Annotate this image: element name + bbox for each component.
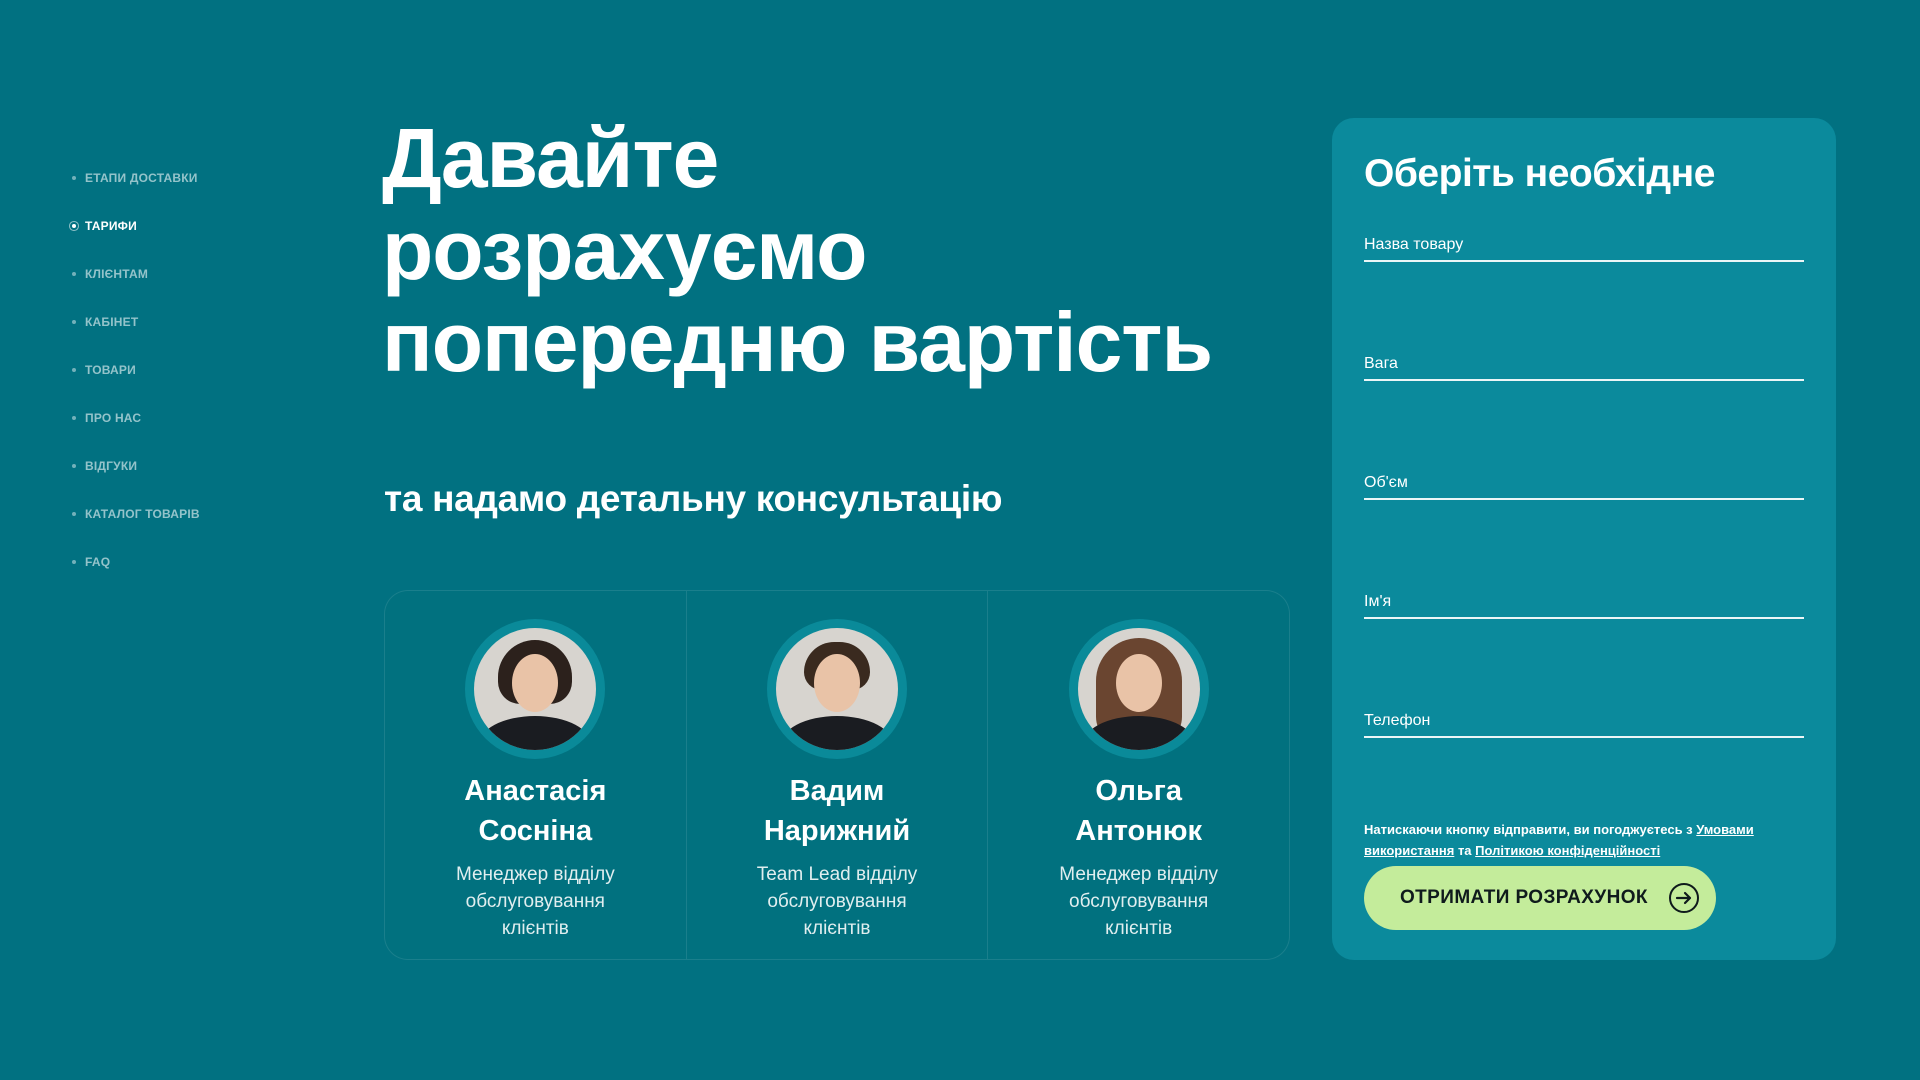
weight-field (1364, 349, 1804, 381)
bullet-icon (72, 512, 76, 516)
nav-item-tariffs[interactable]: ТАРИФИ (70, 202, 310, 250)
manager-role-line: Менеджер відділу (1059, 864, 1219, 885)
manager-name: Ольга Антонюк (1075, 771, 1202, 851)
bullet-icon (72, 272, 76, 276)
volume-field (1364, 468, 1804, 500)
submit-button-label: ОТРИМАТИ РОЗРАХУНОК (1400, 887, 1648, 908)
page-title-line: попередню вартість (382, 295, 1213, 389)
consent-prefix: Натискаючи кнопку відправити, ви погоджу… (1364, 822, 1693, 837)
nav-item-label: КАБІНЕТ (85, 315, 139, 329)
page-title-line: Давайте (382, 111, 719, 205)
manager-name: Вадим Нарижний (764, 771, 910, 851)
consent-text: Натискаючи кнопку відправити, ви погоджу… (1364, 819, 1804, 861)
nav-item-goods[interactable]: ТОВАРИ (70, 346, 310, 394)
arrow-right-circle-icon (1668, 882, 1700, 914)
volume-input[interactable] (1364, 468, 1804, 498)
nav-item-label: ТАРИФИ (85, 219, 137, 233)
bullet-icon (72, 176, 76, 180)
managers-card: Анастасія Сосніна Менеджер відділу обслу… (384, 590, 1290, 960)
bullet-icon (72, 416, 76, 420)
nav-item-about[interactable]: ПРО НАС (70, 394, 310, 442)
manager-role: Менеджер відділу обслуговування клієнтів (456, 861, 615, 942)
manager-role-line: обслуговування (465, 891, 605, 912)
manager-role-line: клієнтів (1105, 918, 1173, 939)
manager-card: Анастасія Сосніна Менеджер відділу обслу… (385, 591, 686, 959)
manager-photo (474, 628, 597, 750)
manager-name-line: Сосніна (478, 815, 593, 847)
manager-photo (1077, 628, 1200, 750)
nav-item-reviews[interactable]: ВІДГУКИ (70, 442, 310, 490)
page-title: Давайте розрахуємо попередню вартість (382, 112, 1282, 388)
avatar-ring (1068, 619, 1209, 759)
get-calculation-button[interactable]: ОТРИМАТИ РОЗРАХУНОК (1364, 866, 1716, 930)
avatar-ring (767, 619, 907, 759)
phone-field (1364, 706, 1804, 738)
nav-item-label: FAQ (85, 555, 111, 569)
manager-role: Team Lead відділу обслуговування клієнті… (757, 861, 918, 942)
manager-role-line: Team Lead відділу (756, 864, 918, 885)
product-name-field (1364, 230, 1804, 262)
product-name-input[interactable] (1364, 230, 1804, 260)
manager-role-line: обслуговування (767, 891, 907, 912)
manager-role-line: обслуговування (1069, 891, 1209, 912)
nav-item-label: КЛІЄНТАМ (85, 267, 149, 281)
nav-item-cabinet[interactable]: КАБІНЕТ (70, 298, 310, 346)
manager-role-line: клієнтів (501, 918, 569, 939)
page-subtitle: та надамо детальну консультацію (384, 478, 1003, 519)
active-bullet-icon (72, 224, 76, 228)
nav-item-clients[interactable]: КЛІЄНТАМ (70, 250, 310, 298)
manager-name-line: Антонюк (1075, 815, 1203, 847)
privacy-link[interactable]: Політикою конфіденційності (1475, 843, 1660, 858)
manager-card: Вадим Нарижний Team Lead відділу обслуго… (685, 591, 988, 959)
manager-name-line: Ольга (1095, 775, 1182, 807)
manager-name-line: Нарижний (763, 815, 911, 847)
name-field (1364, 587, 1804, 619)
weight-input[interactable] (1364, 349, 1804, 379)
bullet-icon (72, 320, 76, 324)
manager-name-line: Вадим (789, 775, 885, 807)
form-title: Оберіть необхідне (1364, 152, 1715, 195)
phone-input[interactable] (1364, 706, 1804, 736)
avatar-ring (465, 619, 606, 759)
nav-item-label: ВІДГУКИ (85, 459, 138, 473)
nav-item-delivery-stages[interactable]: ЕТАПИ ДОСТАВКИ (70, 154, 310, 202)
calculation-form: Оберіть необхідне Натискаючи кнопку відп… (1332, 118, 1836, 960)
page-title-line: розрахуємо (382, 203, 867, 297)
bullet-icon (72, 560, 76, 564)
nav-item-label: ПРО НАС (85, 411, 142, 425)
side-navigation: ЕТАПИ ДОСТАВКИ ТАРИФИ КЛІЄНТАМ КАБІНЕТ Т… (70, 154, 310, 586)
manager-card: Ольга Антонюк Менеджер відділу обслугову… (987, 591, 1289, 959)
bullet-icon (72, 464, 76, 468)
nav-item-label: КАТАЛОГ ТОВАРІВ (85, 507, 200, 521)
manager-photo (776, 628, 898, 750)
manager-role: Менеджер відділу обслуговування клієнтів (1059, 861, 1218, 942)
bullet-icon (72, 368, 76, 372)
manager-name: Анастасія Сосніна (464, 771, 606, 851)
nav-item-catalog[interactable]: КАТАЛОГ ТОВАРІВ (70, 490, 310, 538)
nav-item-faq[interactable]: FAQ (70, 538, 310, 586)
nav-item-label: ЕТАПИ ДОСТАВКИ (85, 171, 198, 185)
manager-name-line: Анастасія (464, 775, 607, 807)
nav-item-label: ТОВАРИ (85, 363, 136, 377)
manager-role-line: Менеджер відділу (455, 864, 615, 885)
name-input[interactable] (1364, 587, 1804, 617)
manager-role-line: клієнтів (803, 918, 871, 939)
consent-middle: та (1457, 843, 1472, 858)
